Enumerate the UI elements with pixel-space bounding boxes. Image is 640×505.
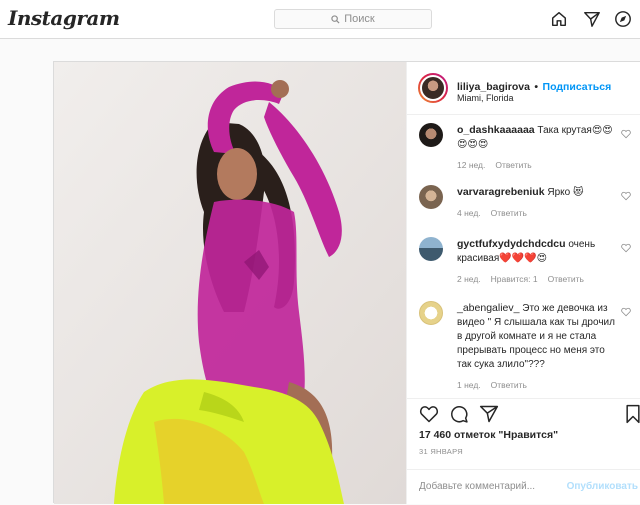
comment-like-heart-icon[interactable]: [621, 307, 631, 317]
author-avatar[interactable]: [418, 73, 448, 103]
comment-item: _abengaliev_ Это же девочка из видео " Я…: [419, 301, 631, 393]
comment-like-heart-icon[interactable]: [621, 243, 631, 253]
comment-reply-button[interactable]: Ответить: [491, 380, 527, 390]
send-icon[interactable]: [583, 10, 601, 28]
post-side-panel: liliya_bagirova • Подписаться Miami, Flo…: [406, 62, 640, 504]
comment-item: varvaragrebeniuk Ярко 😻 4 нед. Ответить: [419, 185, 631, 225]
publish-button[interactable]: Опубликовать: [567, 481, 638, 492]
comment-reply-button[interactable]: Ответить: [491, 208, 527, 218]
comment-time[interactable]: 12 нед.: [457, 160, 485, 170]
comment-like-heart-icon[interactable]: [621, 191, 631, 201]
search-placeholder: Поиск: [344, 13, 375, 25]
post-location[interactable]: Miami, Florida: [457, 93, 514, 103]
comment-reply-button[interactable]: Ответить: [548, 274, 584, 284]
commenter-avatar[interactable]: [419, 123, 443, 147]
commenter-avatar[interactable]: [419, 237, 443, 261]
commenter-username[interactable]: _abengaliev_: [457, 302, 519, 314]
comment-text: Ярко 😻: [547, 187, 584, 198]
comment-time[interactable]: 2 нед.: [457, 274, 481, 284]
comment-time[interactable]: 1 нед.: [457, 380, 481, 390]
like-heart-icon[interactable]: [419, 404, 439, 424]
search-icon: [331, 14, 340, 24]
instagram-logo[interactable]: Instagram: [8, 6, 120, 30]
home-icon[interactable]: [550, 10, 568, 28]
commenter-username[interactable]: o_dashkaaaaaa: [457, 124, 535, 136]
comment-item: o_dashkaaaaaa Така крутая😍😍😍😍😍 12 нед. От…: [419, 123, 631, 173]
top-bar: Instagram Поиск: [0, 0, 640, 39]
comment-reply-button[interactable]: Ответить: [495, 160, 531, 170]
comment-item: gyctfufxydydchdcdcu очень красивая❤️❤️❤️…: [419, 237, 631, 293]
comment-icon[interactable]: [449, 404, 469, 424]
explore-icon[interactable]: [614, 10, 632, 28]
post-card: liliya_bagirova • Подписаться Miami, Flo…: [53, 61, 640, 504]
comment-like-heart-icon[interactable]: [621, 129, 631, 139]
save-bookmark-icon[interactable]: [624, 404, 640, 424]
commenter-avatar[interactable]: [419, 185, 443, 209]
post-actions: 17 460 отметок "Нравится" 31 ЯНВАРЯ Доба…: [407, 398, 640, 504]
follow-button[interactable]: Подписаться: [543, 81, 612, 93]
post-image: [54, 62, 406, 504]
post-photo[interactable]: [54, 62, 406, 504]
search-input[interactable]: Поиск: [274, 9, 432, 29]
comment-time[interactable]: 4 нед.: [457, 208, 481, 218]
post-date[interactable]: 31 ЯНВАРЯ: [419, 447, 463, 456]
author-username[interactable]: liliya_bagirova: [457, 81, 530, 93]
comment-likes-count[interactable]: Нравится: 1: [491, 274, 538, 284]
add-comment-bar: Добавьте комментарий... Опубликовать: [407, 469, 640, 505]
share-icon[interactable]: [479, 404, 499, 424]
likes-count[interactable]: 17 460 отметок "Нравится": [419, 429, 558, 441]
commenter-avatar[interactable]: [419, 301, 443, 325]
add-comment-input[interactable]: Добавьте комментарий...: [419, 481, 535, 492]
post-header: liliya_bagirova • Подписаться Miami, Flo…: [407, 62, 640, 115]
commenter-username[interactable]: varvaragrebeniuk: [457, 186, 545, 198]
commenter-username[interactable]: gyctfufxydydchdcdcu: [457, 238, 566, 250]
header-separator: •: [534, 81, 539, 93]
